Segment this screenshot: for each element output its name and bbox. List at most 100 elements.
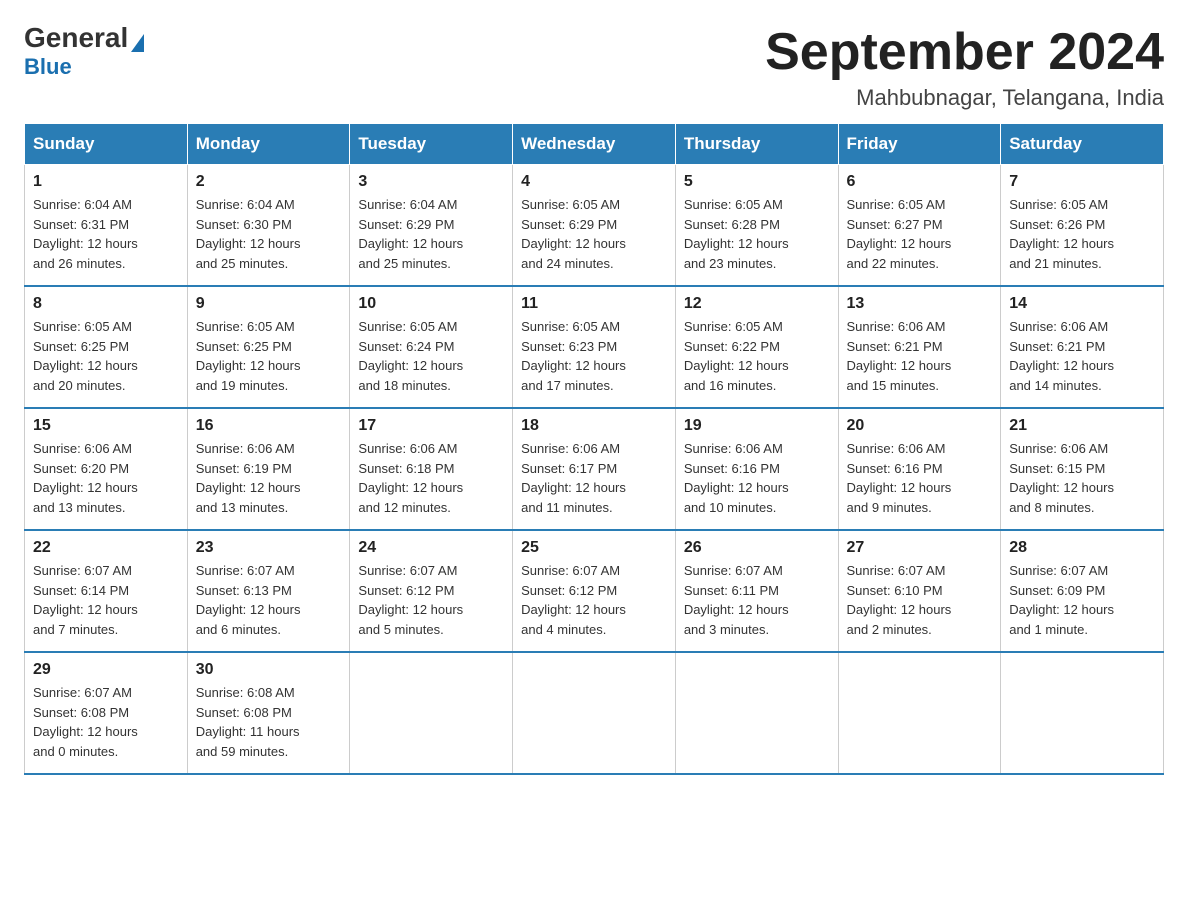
day-info: Sunrise: 6:06 AMSunset: 6:16 PMDaylight:… [847,439,993,517]
calendar-day-cell [513,652,676,774]
day-info: Sunrise: 6:06 AMSunset: 6:18 PMDaylight:… [358,439,504,517]
day-number: 22 [33,539,179,557]
calendar-day-cell [1001,652,1164,774]
day-info: Sunrise: 6:04 AMSunset: 6:30 PMDaylight:… [196,195,342,273]
calendar-day-cell: 29 Sunrise: 6:07 AMSunset: 6:08 PMDaylig… [25,652,188,774]
day-number: 25 [521,539,667,557]
calendar-week-row: 29 Sunrise: 6:07 AMSunset: 6:08 PMDaylig… [25,652,1164,774]
logo-general: General [24,24,144,52]
calendar-day-cell: 22 Sunrise: 6:07 AMSunset: 6:14 PMDaylig… [25,530,188,652]
calendar-day-cell [350,652,513,774]
day-number: 1 [33,173,179,191]
calendar-day-cell: 6 Sunrise: 6:05 AMSunset: 6:27 PMDayligh… [838,165,1001,287]
page-header: General Blue September 2024 Mahbubnagar,… [24,24,1164,111]
day-info: Sunrise: 6:04 AMSunset: 6:29 PMDaylight:… [358,195,504,273]
calendar-day-cell: 13 Sunrise: 6:06 AMSunset: 6:21 PMDaylig… [838,286,1001,408]
calendar-day-cell: 24 Sunrise: 6:07 AMSunset: 6:12 PMDaylig… [350,530,513,652]
day-number: 27 [847,539,993,557]
calendar-day-cell: 10 Sunrise: 6:05 AMSunset: 6:24 PMDaylig… [350,286,513,408]
day-info: Sunrise: 6:05 AMSunset: 6:23 PMDaylight:… [521,317,667,395]
calendar-day-cell: 27 Sunrise: 6:07 AMSunset: 6:10 PMDaylig… [838,530,1001,652]
day-info: Sunrise: 6:06 AMSunset: 6:20 PMDaylight:… [33,439,179,517]
calendar-body: 1 Sunrise: 6:04 AMSunset: 6:31 PMDayligh… [25,165,1164,775]
day-number: 6 [847,173,993,191]
calendar-day-cell: 11 Sunrise: 6:05 AMSunset: 6:23 PMDaylig… [513,286,676,408]
header-monday: Monday [187,124,350,165]
calendar-title: September 2024 [765,24,1164,81]
day-info: Sunrise: 6:08 AMSunset: 6:08 PMDaylight:… [196,683,342,761]
calendar-day-cell: 1 Sunrise: 6:04 AMSunset: 6:31 PMDayligh… [25,165,188,287]
day-info: Sunrise: 6:07 AMSunset: 6:12 PMDaylight:… [521,561,667,639]
calendar-subtitle: Mahbubnagar, Telangana, India [765,85,1164,111]
day-number: 10 [358,295,504,313]
calendar-week-row: 1 Sunrise: 6:04 AMSunset: 6:31 PMDayligh… [25,165,1164,287]
calendar-day-cell: 16 Sunrise: 6:06 AMSunset: 6:19 PMDaylig… [187,408,350,530]
day-info: Sunrise: 6:05 AMSunset: 6:25 PMDaylight:… [33,317,179,395]
day-number: 16 [196,417,342,435]
calendar-day-cell: 25 Sunrise: 6:07 AMSunset: 6:12 PMDaylig… [513,530,676,652]
day-info: Sunrise: 6:05 AMSunset: 6:22 PMDaylight:… [684,317,830,395]
header-saturday: Saturday [1001,124,1164,165]
day-number: 15 [33,417,179,435]
day-info: Sunrise: 6:06 AMSunset: 6:21 PMDaylight:… [847,317,993,395]
calendar-day-cell: 20 Sunrise: 6:06 AMSunset: 6:16 PMDaylig… [838,408,1001,530]
logo: General Blue [24,24,144,80]
day-info: Sunrise: 6:05 AMSunset: 6:25 PMDaylight:… [196,317,342,395]
day-info: Sunrise: 6:06 AMSunset: 6:21 PMDaylight:… [1009,317,1155,395]
day-info: Sunrise: 6:05 AMSunset: 6:29 PMDaylight:… [521,195,667,273]
day-number: 29 [33,661,179,679]
calendar-day-cell [838,652,1001,774]
day-info: Sunrise: 6:04 AMSunset: 6:31 PMDaylight:… [33,195,179,273]
day-number: 9 [196,295,342,313]
calendar-day-cell: 26 Sunrise: 6:07 AMSunset: 6:11 PMDaylig… [675,530,838,652]
calendar-day-cell: 14 Sunrise: 6:06 AMSunset: 6:21 PMDaylig… [1001,286,1164,408]
calendar-week-row: 22 Sunrise: 6:07 AMSunset: 6:14 PMDaylig… [25,530,1164,652]
header-friday: Friday [838,124,1001,165]
day-number: 23 [196,539,342,557]
day-number: 19 [684,417,830,435]
day-info: Sunrise: 6:07 AMSunset: 6:14 PMDaylight:… [33,561,179,639]
day-info: Sunrise: 6:05 AMSunset: 6:26 PMDaylight:… [1009,195,1155,273]
calendar-day-cell: 3 Sunrise: 6:04 AMSunset: 6:29 PMDayligh… [350,165,513,287]
calendar-header: Sunday Monday Tuesday Wednesday Thursday… [25,124,1164,165]
day-info: Sunrise: 6:05 AMSunset: 6:24 PMDaylight:… [358,317,504,395]
day-info: Sunrise: 6:07 AMSunset: 6:09 PMDaylight:… [1009,561,1155,639]
day-number: 5 [684,173,830,191]
day-number: 3 [358,173,504,191]
day-number: 21 [1009,417,1155,435]
weekday-header-row: Sunday Monday Tuesday Wednesday Thursday… [25,124,1164,165]
calendar-day-cell: 7 Sunrise: 6:05 AMSunset: 6:26 PMDayligh… [1001,165,1164,287]
calendar-day-cell: 4 Sunrise: 6:05 AMSunset: 6:29 PMDayligh… [513,165,676,287]
day-info: Sunrise: 6:06 AMSunset: 6:15 PMDaylight:… [1009,439,1155,517]
day-info: Sunrise: 6:05 AMSunset: 6:28 PMDaylight:… [684,195,830,273]
calendar-day-cell: 5 Sunrise: 6:05 AMSunset: 6:28 PMDayligh… [675,165,838,287]
title-block: September 2024 Mahbubnagar, Telangana, I… [765,24,1164,111]
calendar-day-cell: 17 Sunrise: 6:06 AMSunset: 6:18 PMDaylig… [350,408,513,530]
day-info: Sunrise: 6:07 AMSunset: 6:10 PMDaylight:… [847,561,993,639]
calendar-day-cell: 12 Sunrise: 6:05 AMSunset: 6:22 PMDaylig… [675,286,838,408]
day-number: 2 [196,173,342,191]
day-number: 17 [358,417,504,435]
calendar-day-cell: 9 Sunrise: 6:05 AMSunset: 6:25 PMDayligh… [187,286,350,408]
header-thursday: Thursday [675,124,838,165]
calendar-day-cell: 18 Sunrise: 6:06 AMSunset: 6:17 PMDaylig… [513,408,676,530]
day-info: Sunrise: 6:07 AMSunset: 6:11 PMDaylight:… [684,561,830,639]
calendar-day-cell [675,652,838,774]
calendar-day-cell: 19 Sunrise: 6:06 AMSunset: 6:16 PMDaylig… [675,408,838,530]
calendar-week-row: 8 Sunrise: 6:05 AMSunset: 6:25 PMDayligh… [25,286,1164,408]
day-info: Sunrise: 6:07 AMSunset: 6:12 PMDaylight:… [358,561,504,639]
day-info: Sunrise: 6:05 AMSunset: 6:27 PMDaylight:… [847,195,993,273]
calendar-day-cell: 2 Sunrise: 6:04 AMSunset: 6:30 PMDayligh… [187,165,350,287]
day-number: 14 [1009,295,1155,313]
header-tuesday: Tuesday [350,124,513,165]
day-number: 11 [521,295,667,313]
calendar-day-cell: 15 Sunrise: 6:06 AMSunset: 6:20 PMDaylig… [25,408,188,530]
calendar-day-cell: 23 Sunrise: 6:07 AMSunset: 6:13 PMDaylig… [187,530,350,652]
day-info: Sunrise: 6:07 AMSunset: 6:13 PMDaylight:… [196,561,342,639]
header-wednesday: Wednesday [513,124,676,165]
header-sunday: Sunday [25,124,188,165]
day-number: 8 [33,295,179,313]
day-number: 20 [847,417,993,435]
day-number: 12 [684,295,830,313]
calendar-day-cell: 21 Sunrise: 6:06 AMSunset: 6:15 PMDaylig… [1001,408,1164,530]
